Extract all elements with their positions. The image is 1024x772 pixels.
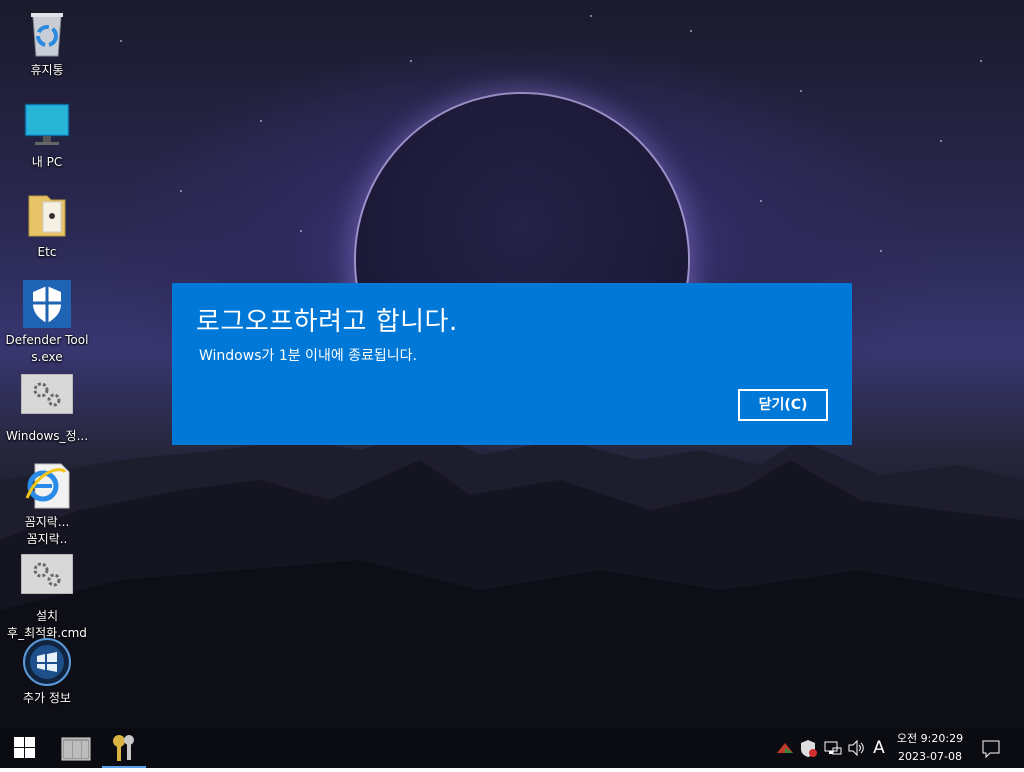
icon-label: 추가 정보 bbox=[23, 691, 71, 705]
close-button[interactable]: 닫기(C) bbox=[738, 389, 828, 421]
desktop-icon-recycle-bin[interactable]: 휴지통 bbox=[1, 8, 93, 79]
desktop-icon-more-info[interactable]: 추가 정보 bbox=[1, 636, 93, 707]
tray-network-warning-icon[interactable] bbox=[774, 736, 796, 760]
gear-file-icon bbox=[20, 553, 74, 606]
desktop-icon-internet-shortcut[interactable]: 꼼지락... 꼼지락.. bbox=[1, 460, 93, 548]
monitor-icon bbox=[21, 100, 73, 152]
start-button[interactable] bbox=[2, 728, 46, 768]
internet-explorer-icon bbox=[21, 460, 73, 512]
keys-icon bbox=[113, 735, 134, 761]
notification-icon bbox=[982, 740, 1000, 759]
folder-icon bbox=[21, 190, 73, 242]
icon-label: Defender Tools.exe bbox=[5, 333, 89, 364]
desktop-icon-this-pc[interactable]: 내 PC bbox=[1, 100, 93, 171]
dialog-title: 로그오프하려고 합니다. bbox=[196, 307, 458, 337]
desktop-icon-etc[interactable]: Etc bbox=[1, 190, 93, 261]
mountain-landscape bbox=[0, 430, 1024, 728]
tray-security-shield-icon[interactable] bbox=[797, 736, 819, 760]
recycle-bin-icon bbox=[21, 8, 73, 60]
logoff-dialog: 로그오프하려고 합니다. Windows가 1분 이내에 종료됩니다. 닫기(C… bbox=[172, 283, 852, 445]
icon-label: 꼼지락... 꼼지락.. bbox=[24, 515, 70, 546]
taskbar-keys-app[interactable] bbox=[102, 728, 146, 768]
dialog-message: Windows가 1분 이내에 종료됩니다. bbox=[199, 348, 418, 364]
icon-label: 내 PC bbox=[31, 155, 63, 169]
windows-logo-icon bbox=[14, 737, 35, 758]
icon-label: Windows_정... bbox=[5, 429, 89, 443]
file-cabinet-icon bbox=[61, 737, 91, 761]
desktop-icon-post-install-cmd[interactable]: 설치 후_최적화.cmd bbox=[1, 553, 93, 642]
clock-time: 오전 9:20:29 bbox=[896, 732, 964, 745]
tray-network-icon[interactable] bbox=[821, 736, 843, 760]
icon-label: Etc bbox=[37, 245, 57, 259]
taskbar: A 오전 9:20:29 2023-07-08 bbox=[0, 728, 1024, 768]
taskbar-file-explorer[interactable] bbox=[54, 728, 98, 768]
windows-orb-icon bbox=[21, 636, 73, 688]
tray-volume-icon[interactable] bbox=[845, 736, 867, 760]
icon-label: 휴지통 bbox=[30, 63, 64, 77]
clock-date: 2023-07-08 bbox=[898, 750, 962, 763]
taskbar-clock[interactable]: 오전 9:20:29 2023-07-08 bbox=[890, 730, 970, 766]
gear-file-icon bbox=[20, 373, 74, 426]
defender-shield-icon bbox=[21, 278, 73, 330]
action-center-button[interactable] bbox=[980, 736, 1002, 760]
desktop-icon-defender-tools[interactable]: Defender Tools.exe bbox=[1, 278, 93, 366]
desktop-background: 휴지통 내 PC Etc Defender Tools.exe Windows_… bbox=[0, 0, 1024, 728]
desktop-icon-windows-settings[interactable]: Windows_정... bbox=[1, 373, 93, 445]
tray-ime-indicator[interactable]: A bbox=[868, 736, 890, 760]
